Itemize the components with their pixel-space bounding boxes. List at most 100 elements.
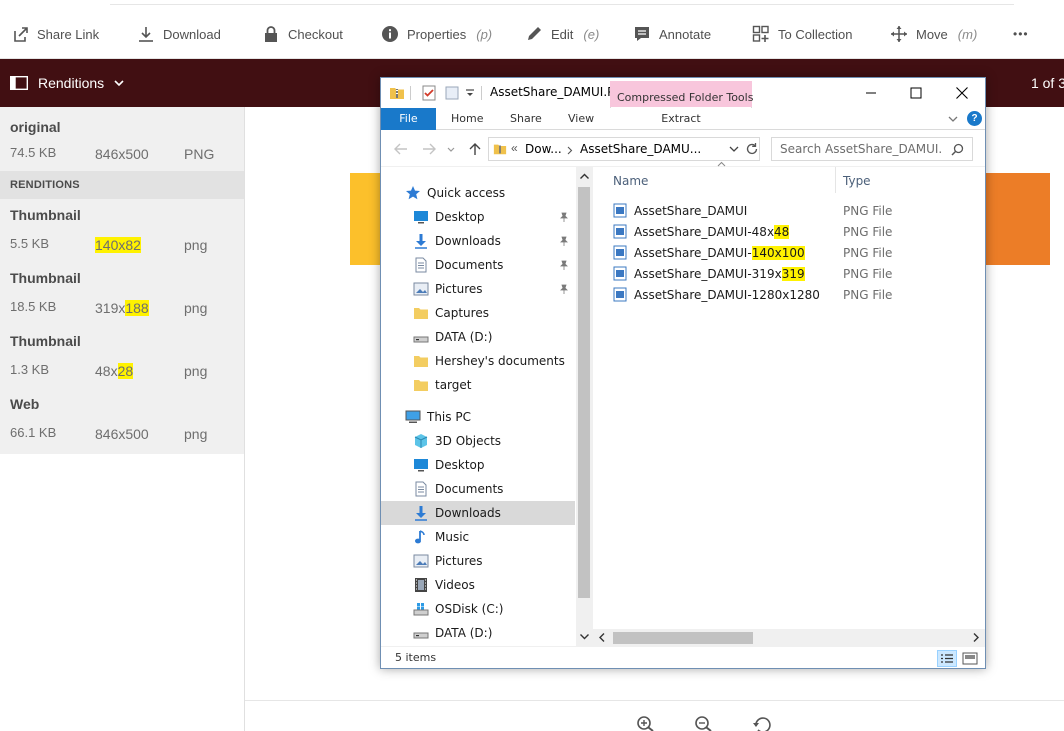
back-arrow-icon[interactable]	[393, 142, 409, 156]
column-header-type[interactable]: Type	[843, 174, 871, 188]
annotate-label: Annotate	[659, 26, 712, 42]
nav-label: This PC	[427, 410, 471, 424]
nav-item-hersheys-documents[interactable]: Hershey's documents	[381, 349, 575, 373]
customize-qa-dropdown-icon[interactable]	[465, 85, 475, 101]
pin-icon[interactable]	[559, 260, 569, 270]
nav-label: Downloads	[435, 506, 501, 520]
nav-item-documents[interactable]: Documents	[381, 253, 575, 277]
forward-arrow-icon[interactable]	[421, 142, 437, 156]
address-dropdown-icon[interactable]	[729, 146, 739, 153]
pin-icon[interactable]	[559, 212, 569, 222]
file-row[interactable]: AssetShare_DAMUI-1280x1280 PNG File	[613, 284, 985, 305]
nav-label: Documents	[435, 482, 504, 496]
to-collection-button[interactable]: To Collection	[752, 24, 852, 44]
tab-home[interactable]: Home	[451, 108, 483, 130]
window-titlebar[interactable]: AssetShare_DAMUI.P... Compressed Folder …	[381, 78, 985, 129]
nav-item-documents[interactable]: Documents	[381, 477, 575, 501]
minimize-icon[interactable]	[862, 84, 880, 102]
tab-share[interactable]: Share	[510, 108, 542, 130]
properties-qa-icon[interactable]	[421, 85, 437, 101]
file-row[interactable]: AssetShare_DAMUI-319x319 PNG File	[613, 263, 985, 284]
nav-item-videos[interactable]: Videos	[381, 573, 575, 597]
help-icon[interactable]: ?	[967, 111, 982, 126]
maximize-icon[interactable]	[907, 84, 925, 102]
breadcrumb-archive[interactable]: AssetShare_DAMU...	[580, 142, 701, 156]
nav-item-captures[interactable]: Captures	[381, 301, 575, 325]
nav-item-downloads[interactable]: Downloads	[381, 229, 575, 253]
reset-zoom-icon[interactable]	[752, 714, 772, 731]
nav-label: Pictures	[435, 282, 483, 296]
navigation-pane: Quick access Desktop Downloads Documents…	[381, 167, 593, 646]
tab-view[interactable]: View	[568, 108, 594, 130]
download-button[interactable]: Download	[137, 24, 221, 44]
close-icon[interactable]	[953, 84, 971, 102]
move-button[interactable]: Move (m)	[890, 24, 977, 44]
tab-file[interactable]: File	[381, 108, 436, 130]
up-arrow-icon[interactable]	[467, 142, 483, 156]
nav-item-pictures[interactable]: Pictures	[381, 549, 575, 573]
nav-item-osdisk[interactable]: OSDisk (C:)	[381, 597, 575, 621]
pin-icon[interactable]	[559, 284, 569, 294]
rendition-size: 5.5 KB	[10, 236, 50, 251]
properties-button[interactable]: Properties (p)	[381, 24, 492, 44]
scroll-left-icon[interactable]	[598, 632, 606, 643]
refresh-icon[interactable]	[745, 142, 759, 156]
file-row[interactable]: AssetShare_DAMUI-48x48 PNG File	[613, 221, 985, 242]
scroll-right-icon[interactable]	[972, 632, 980, 643]
nav-quick-access[interactable]: Quick access	[381, 181, 575, 205]
expand-ribbon-icon[interactable]	[947, 113, 959, 125]
zoom-out-icon[interactable]	[694, 714, 714, 731]
breadcrumb-overflow[interactable]: «	[511, 141, 518, 155]
nav-item-pictures[interactable]: Pictures	[381, 277, 575, 301]
nav-item-desktop[interactable]: Desktop	[381, 205, 575, 229]
search-box[interactable]	[771, 137, 973, 161]
rendition-dimensions: 846x500	[95, 146, 149, 162]
png-file-icon	[613, 203, 627, 218]
zoom-in-icon[interactable]	[636, 714, 656, 731]
file-row[interactable]: AssetShare_DAMUI PNG File	[613, 200, 985, 221]
rendition-format: png	[184, 426, 208, 442]
renditions-dropdown[interactable]: Renditions	[10, 59, 124, 107]
rendition-title: original	[10, 119, 61, 135]
more-button[interactable]: •••	[1013, 24, 1029, 44]
nav-label: Quick access	[427, 186, 506, 200]
nav-item-3d-objects[interactable]: 3D Objects	[381, 429, 575, 453]
checkout-button[interactable]: Checkout	[262, 24, 343, 44]
breadcrumb-downloads[interactable]: Dow...	[525, 142, 562, 156]
scrollbar-thumb[interactable]	[613, 632, 753, 644]
nav-item-target[interactable]: target	[381, 373, 575, 397]
annotate-button[interactable]: Annotate	[633, 24, 711, 44]
address-bar[interactable]: « Dow... AssetShare_DAMU...	[488, 137, 760, 161]
nav-this-pc[interactable]: This PC	[381, 405, 575, 429]
nav-label: Desktop	[435, 210, 485, 224]
zip-folder-icon	[390, 88, 404, 99]
top-strip	[110, 0, 1014, 5]
file-row[interactable]: AssetShare_DAMUI-140x100 PNG File	[613, 242, 985, 263]
nav-item-data-drive[interactable]: DATA (D:)	[381, 621, 575, 645]
column-separator[interactable]	[835, 167, 836, 193]
scroll-down-icon[interactable]	[579, 631, 590, 642]
search-input[interactable]	[772, 138, 942, 160]
scroll-up-icon[interactable]	[579, 171, 590, 182]
horizontal-scrollbar[interactable]	[593, 629, 985, 646]
rendition-title: Thumbnail	[10, 270, 81, 286]
nav-scrollbar[interactable]	[576, 167, 593, 646]
column-header-name[interactable]: Name	[613, 174, 648, 188]
nav-item-desktop[interactable]: Desktop	[381, 453, 575, 477]
chevron-down-icon	[114, 79, 124, 86]
nav-item-downloads-selected[interactable]: Downloads	[381, 501, 575, 525]
details-view-icon[interactable]	[937, 650, 957, 667]
nav-item-data-drive[interactable]: DATA (D:)	[381, 325, 575, 349]
compressed-folder-tools-label: Compressed Folder Tools	[617, 91, 754, 104]
pin-icon[interactable]	[559, 236, 569, 246]
drive-icon	[413, 336, 429, 343]
tab-extract[interactable]: Extract	[610, 108, 752, 130]
search-icon[interactable]	[951, 143, 964, 156]
nav-item-music[interactable]: Music	[381, 525, 575, 549]
large-icons-view-icon[interactable]	[960, 650, 980, 667]
edit-button[interactable]: Edit (e)	[525, 24, 599, 44]
recent-locations-icon[interactable]	[447, 142, 455, 156]
scrollbar-thumb[interactable]	[578, 187, 590, 598]
share-link-button[interactable]: Share Link	[11, 24, 99, 44]
new-folder-qa-icon[interactable]	[444, 85, 460, 101]
